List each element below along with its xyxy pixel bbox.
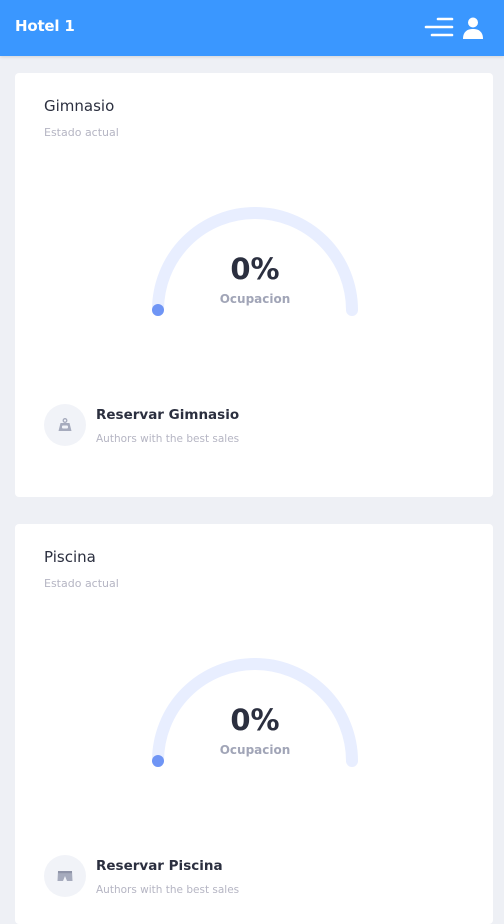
occupancy-label: Ocupacion <box>219 292 291 306</box>
card-subtitle: Estado actual <box>44 577 119 590</box>
action-subtitle: Authors with the best sales <box>96 433 240 445</box>
occupancy-label: Ocupacion <box>219 743 291 757</box>
reserve-pool-button[interactable]: Reservar Piscina Authors with the best s… <box>44 855 464 901</box>
dumbbell-weight-icon <box>44 404 86 446</box>
action-title: Reservar Piscina <box>96 858 223 874</box>
facility-card-gimnasio: Gimnasio Estado actual 0% Ocupacion Rese… <box>15 73 493 497</box>
card-subtitle: Estado actual <box>44 126 119 139</box>
app-title: Hotel 1 <box>15 17 75 35</box>
user-icon <box>463 17 483 39</box>
action-title: Reservar Gimnasio <box>96 407 240 423</box>
card-title: Gimnasio <box>44 97 115 115</box>
swim-shorts-icon <box>44 855 86 897</box>
menu-button[interactable] <box>420 14 454 42</box>
action-subtitle: Authors with the best sales <box>96 884 240 896</box>
top-bar: Hotel 1 <box>0 0 504 56</box>
menu-lines-icon <box>424 17 454 37</box>
facility-card-piscina: Piscina Estado actual 0% Ocupacion Reser… <box>15 524 493 924</box>
occupancy-value: 0% <box>230 703 280 737</box>
card-title: Piscina <box>44 548 96 566</box>
occupancy-value: 0% <box>230 252 280 286</box>
user-button[interactable] <box>460 14 486 42</box>
reserve-gym-button[interactable]: Reservar Gimnasio Authors with the best … <box>44 404 464 450</box>
